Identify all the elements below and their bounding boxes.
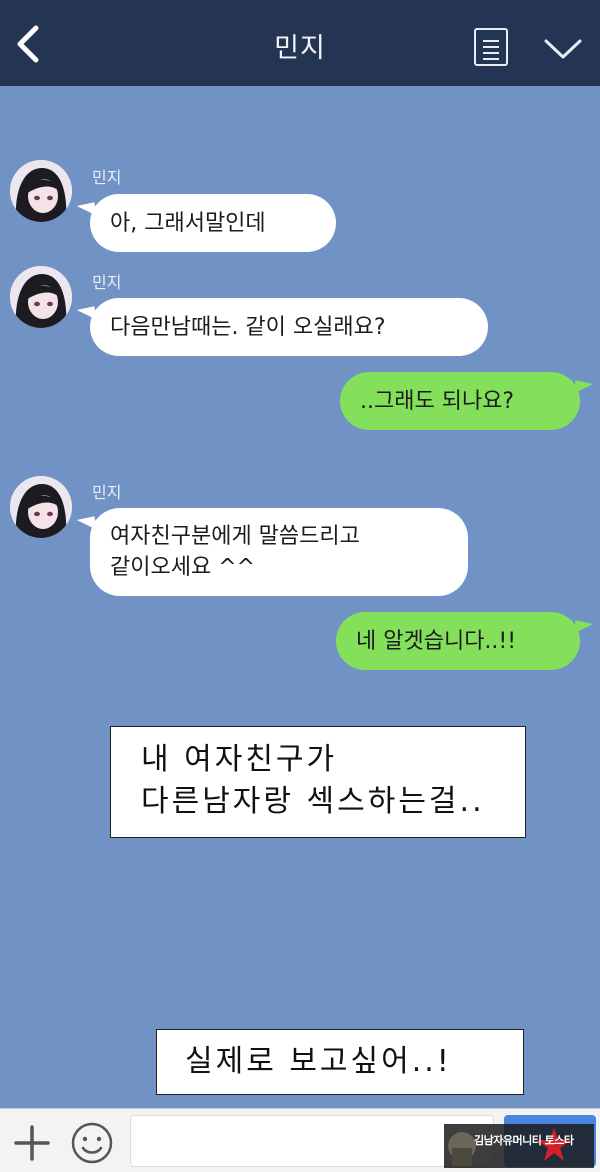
message-bubble-incoming[interactable]: 다음만남때는. 같이 오실래요? [90,298,488,356]
plus-icon[interactable] [12,1123,52,1163]
chat-area[interactable]: 민지 아, 그래서말인데 민지 다음만남때는. 같이 오실래요? ..그래도 되… [0,86,600,1108]
message-input[interactable] [130,1115,494,1167]
message-text: 다음만남때는. 같이 오실래요? [110,314,386,340]
avatar[interactable] [10,476,72,538]
avatar[interactable] [10,160,72,222]
message-bubble-outgoing[interactable]: ..그래도 되나요? [340,372,580,430]
sender-name: 민지 [92,273,122,292]
message-bubble-outgoing[interactable]: 네 알겟습니다..!! [336,612,580,670]
avatar[interactable] [10,266,72,328]
smiley-icon[interactable] [70,1121,114,1165]
chevron-down-icon[interactable] [542,36,584,62]
message-text: ..그래도 되나요? [360,388,515,414]
chat-header: 민지 [0,0,600,86]
caption-panel: 실제로 보고싶어..! [156,1029,524,1095]
watermark-text: 김남자유머니티 토스타 [474,1134,574,1147]
chat-title: 민지 [274,33,326,64]
message-bubble-incoming[interactable]: 아, 그래서말인데 [90,194,336,252]
message-bubble-incoming[interactable]: 여자친구분에게 말씀드리고 같이오세요 ^^ [90,508,468,596]
message-text: 여자친구분에게 말씀드리고 같이오세요 ^^ [110,524,360,580]
document-list-icon[interactable] [474,28,508,66]
sender-name: 민지 [92,168,122,187]
sender-name: 민지 [92,483,122,502]
message-text: 아, 그래서말인데 [110,210,266,236]
message-text: 네 알겟습니다..!! [356,628,517,654]
caption-panel: 내 여자친구가 다른남자랑 섹스하는걸.. [110,726,526,838]
